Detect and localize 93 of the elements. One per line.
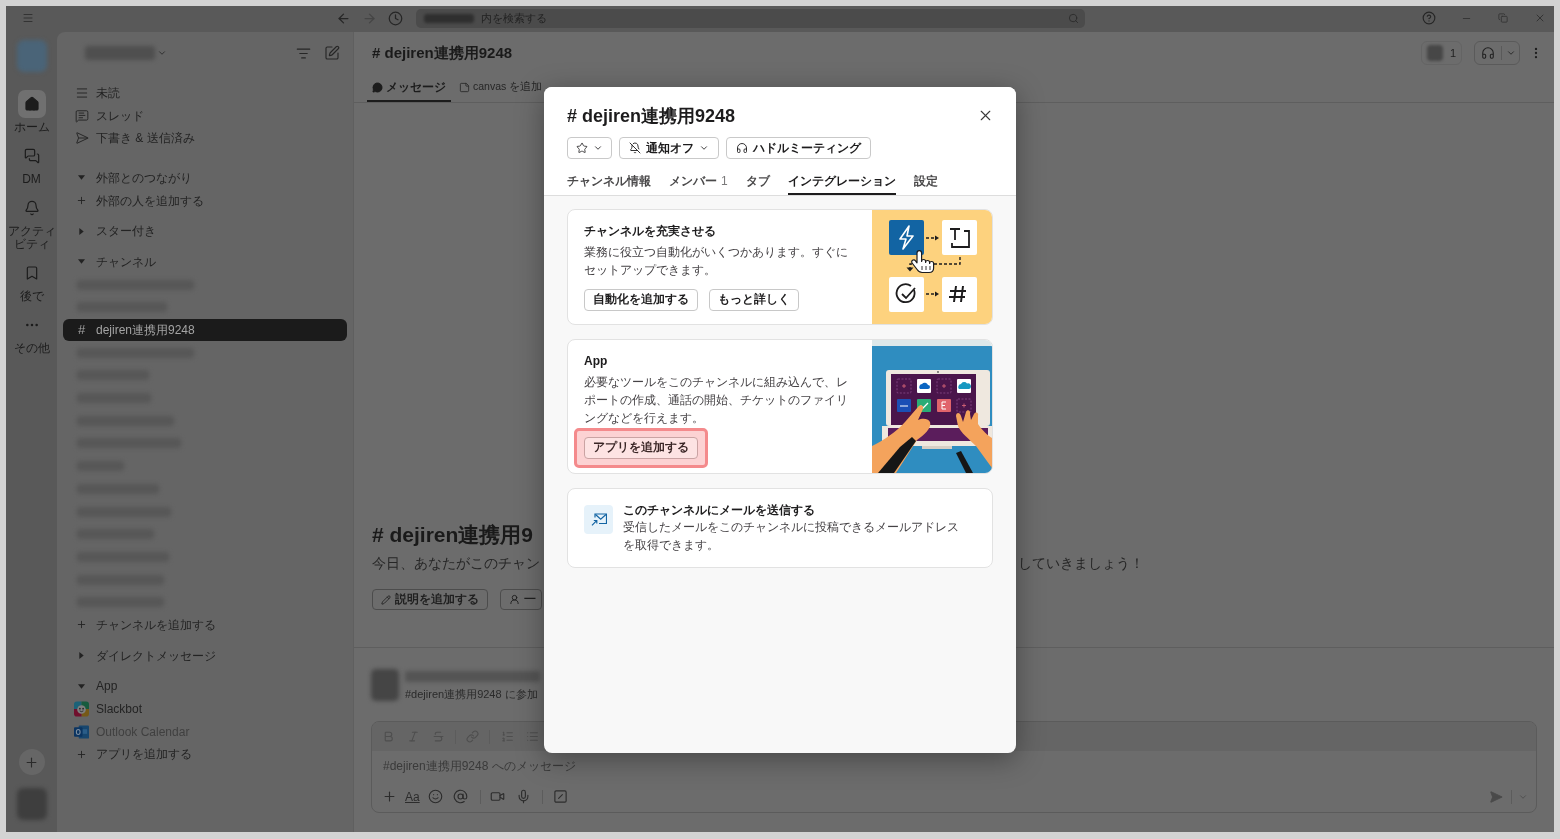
send-icon: [74, 131, 89, 146]
card-description: 受信したメールをこのチャンネルに投稿できるメールアドレスを取得できます。: [623, 518, 960, 554]
letter-o-logo-icon: [74, 724, 89, 739]
plus-icon: [76, 748, 87, 760]
clock-icon: [387, 10, 403, 26]
close-icon: [1534, 12, 1546, 24]
attach-button[interactable]: [381, 788, 397, 805]
at-sign-icon: [452, 789, 468, 804]
channel-title: # dejiren連携用9248: [372, 42, 513, 63]
dialog-tab[interactable]: タブ: [745, 168, 770, 195]
card-button[interactable]: もっと詳しく: [709, 288, 799, 311]
dialog-title: # dejiren連携用9248: [567, 104, 736, 128]
chevron-down-icon: [157, 48, 167, 58]
compose-button[interactable]: [323, 44, 341, 62]
intro-text: 今日、あなたがこのチャン: [372, 554, 540, 573]
card-button[interactable]: 自動化を追加する: [584, 288, 698, 311]
rail-button[interactable]: DM: [17, 142, 46, 186]
huddle-button[interactable]: [1474, 41, 1520, 65]
rail-button[interactable]: 後で: [17, 259, 46, 303]
lines-icon: [74, 85, 89, 100]
search-icon: [1068, 12, 1079, 24]
dialog-tab[interactable]: インテグレーション: [787, 168, 896, 195]
add-item-button[interactable]: チャンネルを追加する: [63, 613, 347, 637]
bell-off-icon: [629, 141, 641, 154]
slash-square-icon: [552, 789, 568, 804]
section-header[interactable]: 外部とのつながり: [63, 166, 347, 190]
headphones-icon: [736, 141, 748, 154]
plus-icon: [76, 619, 87, 631]
blurred-avatar: [371, 669, 399, 701]
channel-item[interactable]: # dejiren連携用9248: [63, 318, 347, 342]
video-camera-icon: [489, 789, 505, 804]
section-header[interactable]: チャンネル: [63, 250, 347, 274]
dialog-tab[interactable]: 設定: [913, 168, 938, 195]
plus-icon: [381, 789, 397, 804]
restore-icon: [1498, 13, 1508, 23]
person-icon: [509, 594, 520, 605]
card-button[interactable]: アプリを追加する: [584, 436, 698, 459]
pencil-icon: [381, 594, 391, 605]
star-button[interactable]: [567, 136, 612, 159]
bullet-list-icon: [526, 730, 539, 743]
action-button[interactable]: ハドルミーティング: [726, 136, 871, 159]
audio-button[interactable]: [515, 789, 531, 804]
send-button[interactable]: [1489, 789, 1503, 804]
dialog-tab[interactable]: チャンネル情報: [567, 168, 651, 195]
mention-button[interactable]: [452, 789, 468, 804]
bot-face-icon: [74, 701, 89, 718]
channel-tab[interactable]: canvas を追加: [454, 74, 548, 102]
intro-text: していきましょう！: [1018, 554, 1144, 573]
section-header[interactable]: App: [63, 675, 347, 698]
blurred-text: [424, 13, 474, 23]
star-icon: [576, 141, 588, 154]
smiley-icon: [427, 789, 443, 804]
shortcut-button[interactable]: [552, 789, 568, 804]
intro-button[interactable]: 説明を追加する: [372, 589, 488, 610]
add-item-button[interactable]: 外部の人を追加する: [63, 189, 347, 212]
members-button[interactable]: 1: [1420, 41, 1462, 65]
card-title: このチャンネルにメールを送信する: [623, 501, 815, 518]
emoji-button[interactable]: [427, 789, 443, 804]
card-description: 必要なツールをこのチャンネルに組み込んで、レポートの作成、通話の開始、チケットのファイリングなどを行えます。: [584, 373, 849, 427]
filter-icon: [295, 45, 311, 61]
format-button[interactable]: Aa: [405, 787, 420, 806]
intro-title: # dejiren連携用9: [372, 522, 534, 548]
channel-tab[interactable]: メッセージ: [367, 74, 451, 102]
dropdown-button[interactable]: 通知オフ: [619, 136, 719, 159]
nav-item[interactable]: 下書き & 送信済み: [63, 126, 347, 150]
add-item-button[interactable]: アプリを追加する: [63, 743, 347, 766]
section-header[interactable]: スター付き: [63, 219, 347, 243]
headphones-icon: [1481, 46, 1495, 60]
card-title: App: [584, 352, 608, 369]
intro-button[interactable]: 一: [500, 589, 542, 610]
microphone-icon: [515, 789, 531, 804]
add-workspace-button[interactable]: [18, 749, 45, 775]
thread-bubble-icon: [74, 108, 89, 123]
menu-icon: [22, 12, 34, 24]
plus-icon: [76, 195, 87, 207]
back-arrow-icon: [335, 10, 351, 26]
nav-item[interactable]: 未読: [63, 81, 347, 105]
blurred-workspace-icon: [16, 40, 47, 72]
video-button[interactable]: [489, 789, 505, 804]
blurred-avatar: [16, 788, 47, 820]
compose-icon: [324, 45, 340, 61]
card-description: 業務に役立つ自動化がいくつかあります。すぐにセットアップできます。: [584, 243, 849, 279]
nav-item[interactable]: スレッド: [63, 104, 347, 127]
note-icon: [459, 81, 470, 93]
help-icon: [1422, 11, 1436, 25]
plus-icon: [24, 754, 39, 770]
card-title: チャンネルを充実させる: [584, 222, 716, 239]
dialog-tab[interactable]: メンバー 1: [669, 168, 728, 195]
app-item[interactable]: Slackbot: [63, 697, 347, 721]
chat-bubble-icon: [372, 81, 383, 93]
send-icon: [1489, 789, 1503, 804]
chevron-down-icon: [1505, 48, 1516, 58]
blurred-avatar: [1426, 45, 1443, 61]
